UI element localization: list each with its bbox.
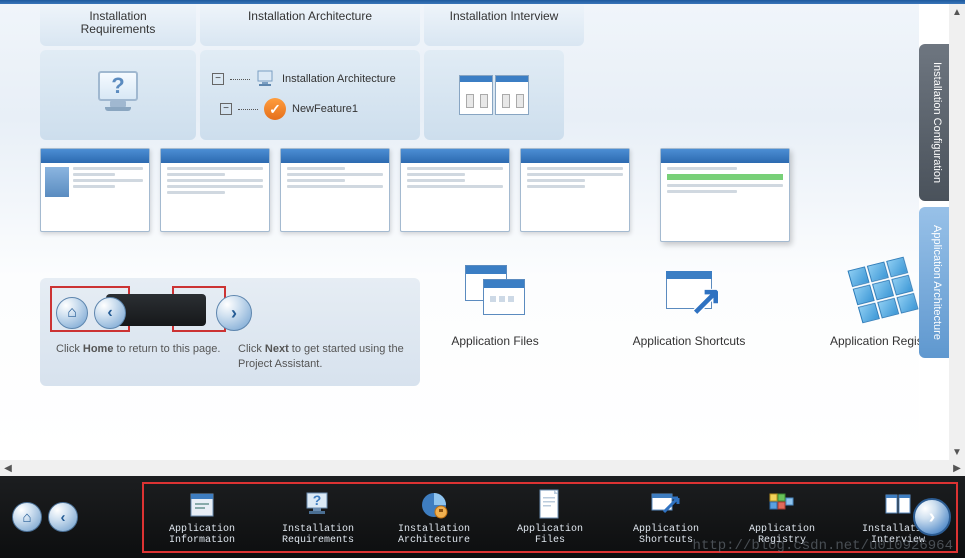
main-area: Installation Requirements Installation A… xyxy=(0,4,965,460)
dialog-thumb-6[interactable] xyxy=(660,148,790,242)
app-info-icon xyxy=(154,488,250,522)
bottom-item-app-info[interactable]: Application Information xyxy=(154,488,250,547)
side-tab-configuration[interactable]: Installation Configuration xyxy=(919,44,949,201)
bottom-item-app-shortcuts[interactable]: Application Shortcuts xyxy=(618,488,714,547)
bottom-items: Application Information? Installation Req… xyxy=(142,482,958,553)
tab-requirements[interactable]: Installation Requirements xyxy=(40,4,196,46)
monitor-question-icon: ? xyxy=(94,71,142,119)
mid-app-label: Application Registry xyxy=(808,334,919,348)
pc-icon xyxy=(256,70,276,88)
tree-connector xyxy=(230,79,250,80)
registry-icon xyxy=(847,257,918,324)
bottom-bar: ⌂ ‹ Application Information? Installation… xyxy=(0,476,965,558)
dialog-thumb-3[interactable] xyxy=(280,148,390,232)
bottom-item-inst-arch[interactable]: Installation Architecture xyxy=(386,488,482,547)
home-caption: Click Home to return to this page. xyxy=(56,342,222,372)
app-files-icon xyxy=(502,488,598,522)
side-tab-architecture[interactable]: Application Architecture xyxy=(919,207,949,358)
app-shortcuts-icon xyxy=(618,488,714,522)
tree-child-label: NewFeature1 xyxy=(292,103,358,115)
svg-text:?: ? xyxy=(313,492,322,508)
nav-help-strip: ⌂ ‹ › Click Home to return to this page.… xyxy=(40,278,420,386)
bottom-item-label: Installation Requirements xyxy=(270,524,366,547)
architecture-cell[interactable]: − Installation Architecture − ✓ NewFeatu… xyxy=(200,50,420,140)
requirements-cell[interactable]: ? xyxy=(40,50,196,140)
tab-architecture[interactable]: Installation Architecture xyxy=(200,4,420,46)
bottom-item-label: Installation Architecture xyxy=(386,524,482,547)
tab-interview[interactable]: Installation Interview xyxy=(424,4,584,46)
inst-req-icon: ? xyxy=(270,488,366,522)
files-icon xyxy=(465,265,525,315)
bottom-home-button[interactable]: ⌂ xyxy=(12,502,42,532)
next-caption: Click Next to get started using the Proj… xyxy=(238,342,404,372)
dialog-thumb-2[interactable] xyxy=(160,148,270,232)
bottom-next-button[interactable]: › xyxy=(913,498,951,536)
mid-app-files[interactable]: Application Files xyxy=(420,250,570,348)
top-tabs: Installation Requirements Installation A… xyxy=(40,4,909,46)
bottom-item-app-files[interactable]: Application Files xyxy=(502,488,598,547)
bottom-item-label: Application Shortcuts xyxy=(618,524,714,547)
dialog-thumb-4[interactable] xyxy=(400,148,510,232)
bottom-item-app-registry[interactable]: Application Registry xyxy=(734,488,830,547)
home-button[interactable]: ⌂ xyxy=(56,297,88,329)
app-registry-icon xyxy=(734,488,830,522)
bottom-back-button[interactable]: ‹ xyxy=(48,502,78,532)
side-tabs: Installation Configuration Application A… xyxy=(919,4,949,460)
tree-root-label: Installation Architecture xyxy=(282,73,396,85)
vertical-scrollbar[interactable]: ▲ ▼ xyxy=(949,4,965,460)
mid-app-shortcuts[interactable]: ↗ Application Shortcuts xyxy=(614,250,764,348)
mid-app-registry[interactable]: Application Registry xyxy=(808,250,919,348)
bottom-item-label: Application Files xyxy=(502,524,598,547)
tree-connector xyxy=(238,109,258,110)
tree-child[interactable]: − ✓ NewFeature1 xyxy=(220,98,358,120)
mid-app-label: Application Files xyxy=(420,334,570,348)
bottom-item-inst-req[interactable]: ? Installation Requirements xyxy=(270,488,366,547)
dialog-thumb-1[interactable] xyxy=(40,148,150,232)
bottom-item-label: Application Information xyxy=(154,524,250,547)
scroll-right-icon[interactable]: ▶ xyxy=(949,463,965,474)
tree-root[interactable]: − Installation Architecture xyxy=(212,70,396,88)
bottom-item-label: Application Registry xyxy=(734,524,830,547)
dialog-thumb-5[interactable] xyxy=(520,148,630,232)
content-panel: Installation Requirements Installation A… xyxy=(0,4,919,460)
mid-app-icons: Application Files ↗ Application Shortcut… xyxy=(420,250,919,348)
feature-check-icon: ✓ xyxy=(264,98,286,120)
mid-app-label: Application Shortcuts xyxy=(614,334,764,348)
bottom-nav-left: ⌂ ‹ xyxy=(12,502,78,532)
collapse-icon[interactable]: − xyxy=(220,103,232,115)
scroll-down-icon[interactable]: ▼ xyxy=(949,444,965,460)
next-button[interactable]: › xyxy=(216,295,252,331)
tab-content-row: ? − Installation Architecture − xyxy=(40,50,909,140)
panel-pair-icon xyxy=(459,75,529,115)
collapse-icon[interactable]: − xyxy=(212,73,224,85)
scroll-up-icon[interactable]: ▲ xyxy=(949,4,965,20)
shortcut-icon: ↗ xyxy=(666,271,712,309)
interview-cell[interactable] xyxy=(424,50,564,140)
horizontal-scrollbar[interactable]: ◀ ▶ xyxy=(0,460,965,476)
scroll-left-icon[interactable]: ◀ xyxy=(0,463,16,474)
inst-arch-icon xyxy=(386,488,482,522)
dialog-thumbnails xyxy=(40,148,909,238)
